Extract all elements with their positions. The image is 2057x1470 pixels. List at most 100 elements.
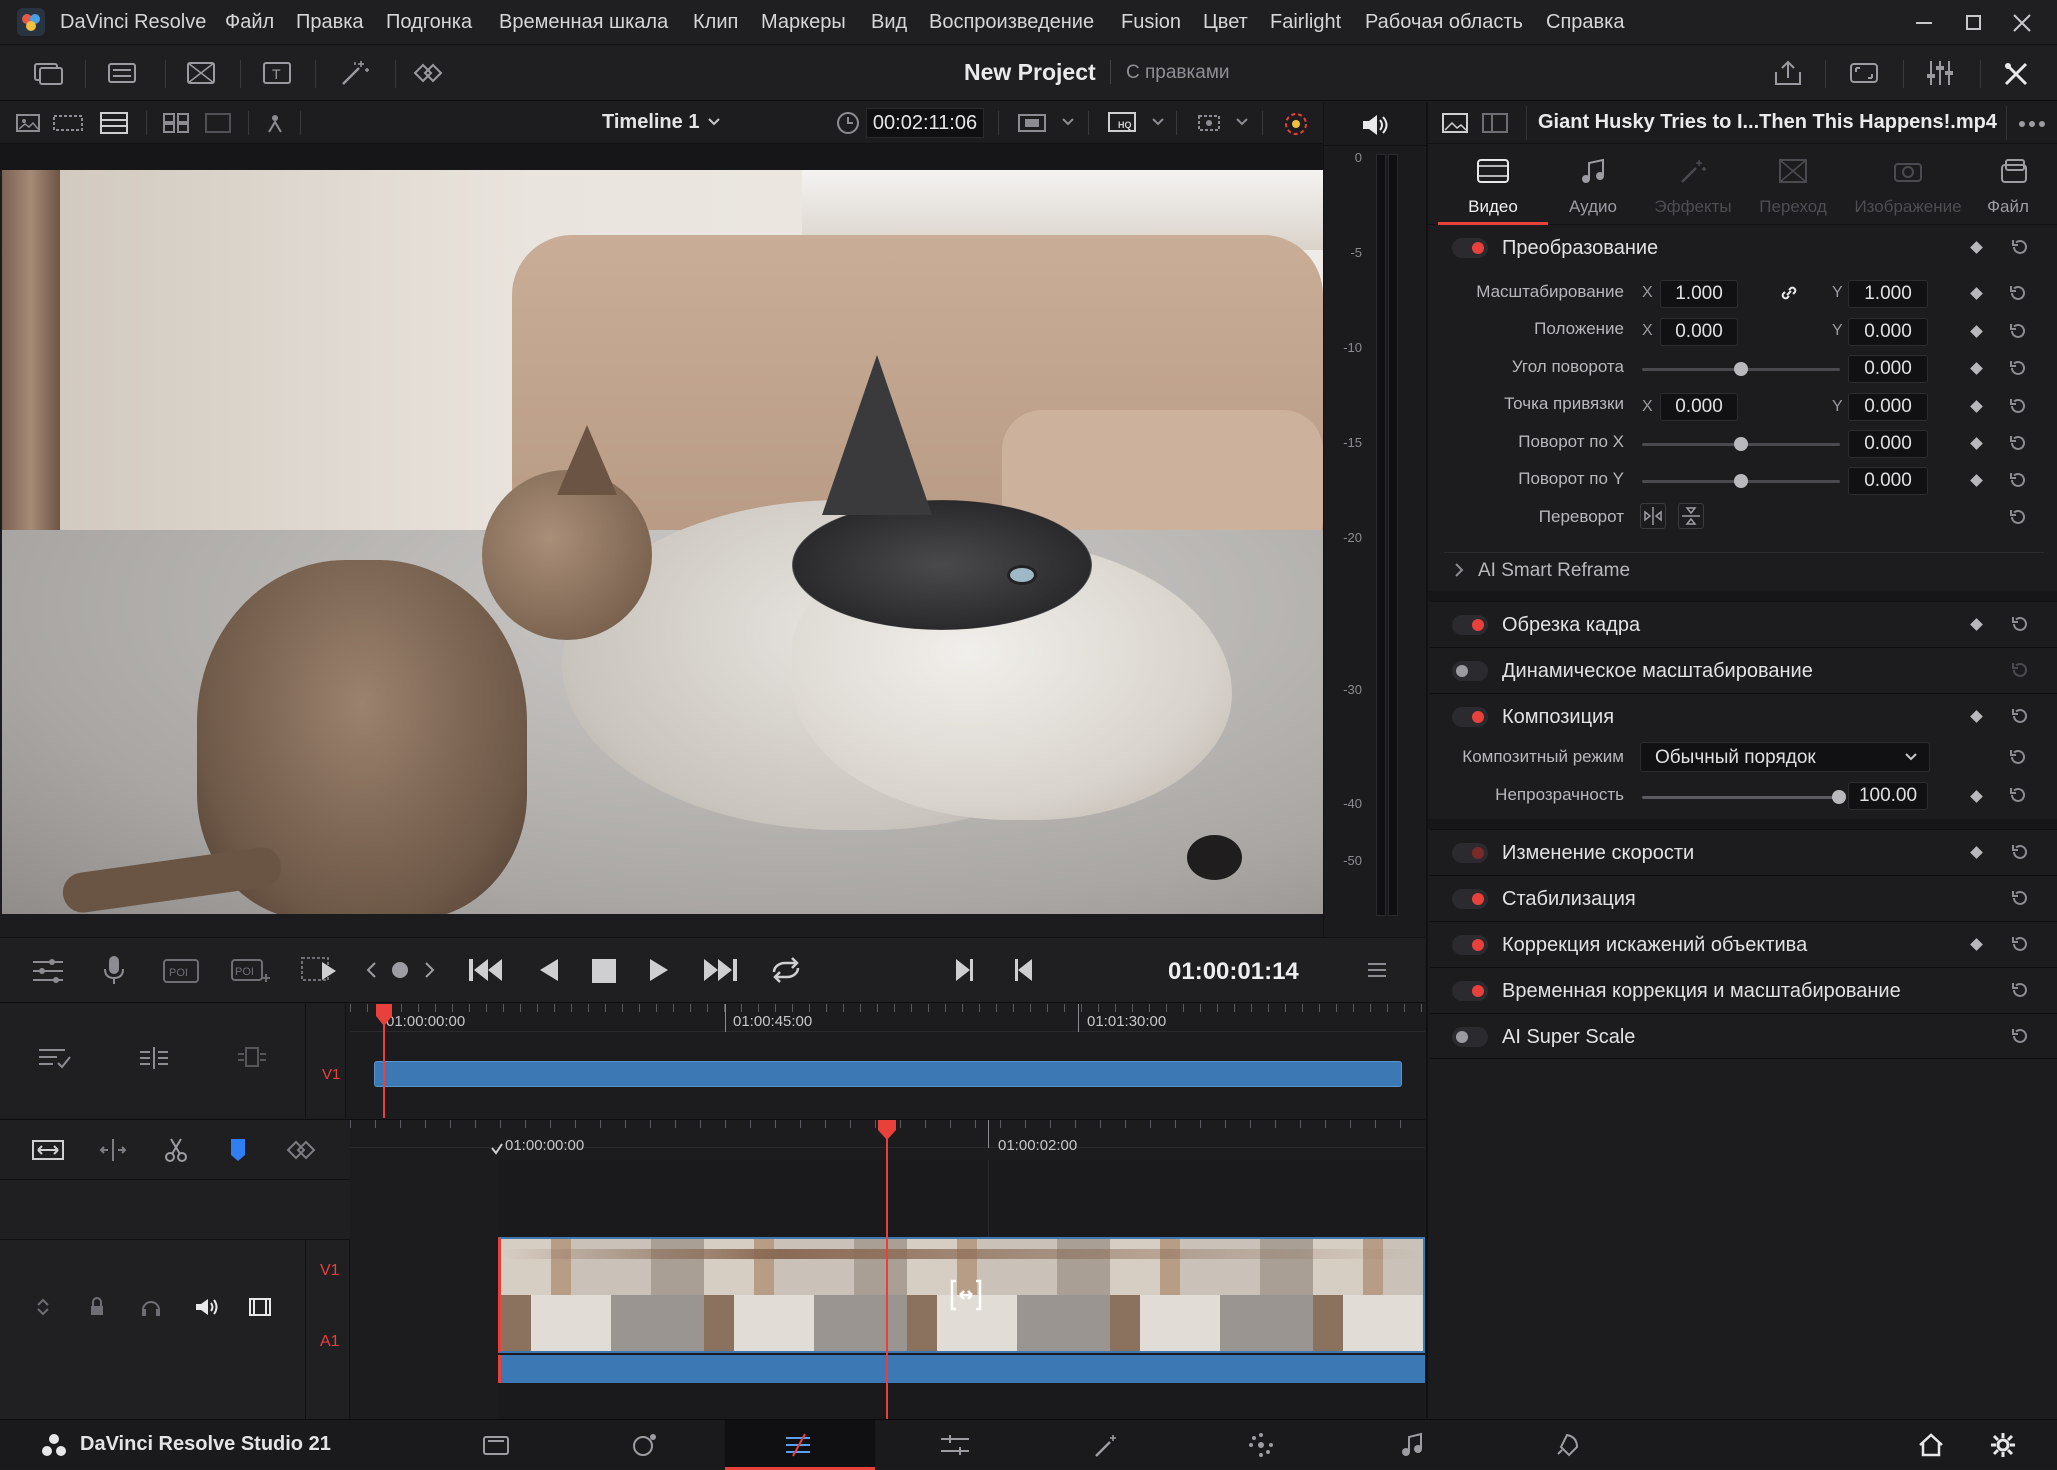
super-scale-toggle[interactable] xyxy=(1452,1027,1488,1047)
keyframe-icon[interactable] xyxy=(1970,710,1983,723)
fullscreen-icon[interactable] xyxy=(1846,58,1882,88)
keyframe-icon[interactable] xyxy=(1970,618,1983,631)
chevron-right-icon[interactable] xyxy=(1452,561,1466,579)
reset-icon[interactable] xyxy=(2010,660,2030,680)
audio-clip-a1[interactable] xyxy=(498,1355,1425,1383)
upper-ruler[interactable] xyxy=(350,1004,1425,1032)
track-select-icon[interactable] xyxy=(36,1044,72,1072)
slider-knob[interactable] xyxy=(1734,437,1748,451)
home-icon[interactable] xyxy=(1916,1432,1946,1458)
composite-mode-select[interactable]: Обычный порядок xyxy=(1640,742,1930,772)
collapse-track-icon[interactable] xyxy=(34,1296,52,1318)
menu-workspace[interactable]: Рабочая область xyxy=(1365,11,1523,34)
reset-icon[interactable] xyxy=(2010,980,2030,1000)
effects-icon[interactable] xyxy=(337,58,373,88)
reset-icon[interactable] xyxy=(2008,507,2028,527)
grid-view-icon[interactable] xyxy=(163,113,189,133)
titles-icon[interactable]: T xyxy=(259,58,295,88)
playhead-marker-icon[interactable] xyxy=(876,1120,898,1142)
poi-add-icon[interactable]: POI xyxy=(230,954,270,986)
more-options-icon[interactable] xyxy=(2018,120,2046,128)
audio-track-icon[interactable] xyxy=(234,1044,270,1072)
viewer-size-icon[interactable] xyxy=(1018,113,1048,133)
clip-play-icon[interactable] xyxy=(300,954,342,986)
menu-fusion[interactable]: Fusion xyxy=(1121,11,1181,34)
color-page-icon[interactable] xyxy=(1092,1432,1122,1458)
reset-icon[interactable] xyxy=(2010,1026,2030,1046)
flip-horizontal-icon[interactable] xyxy=(1640,503,1666,529)
maximize-icon[interactable] xyxy=(1966,15,1981,30)
lens-correction-toggle[interactable] xyxy=(1452,935,1488,955)
anchor-y-field[interactable]: 0.000 xyxy=(1848,393,1928,421)
media-page-icon[interactable] xyxy=(481,1432,511,1458)
reset-icon[interactable] xyxy=(2008,470,2028,490)
ripple-icon[interactable] xyxy=(136,1044,172,1072)
reset-icon[interactable] xyxy=(2008,321,2028,341)
timeline-name[interactable]: Timeline 1 xyxy=(602,111,699,134)
film-icon[interactable] xyxy=(248,1297,272,1317)
headphones-icon[interactable] xyxy=(140,1296,162,1318)
menu-file[interactable]: Файл xyxy=(225,11,274,34)
flag-marker-icon[interactable] xyxy=(228,1136,248,1164)
crop-toggle[interactable] xyxy=(1452,615,1488,635)
chevron-down-icon[interactable] xyxy=(706,114,722,130)
composite-toggle[interactable] xyxy=(1452,707,1488,727)
filmstrip-view-icon[interactable] xyxy=(53,113,83,133)
zoom-x-field[interactable]: 1.000 xyxy=(1660,280,1738,308)
chevron-down-icon[interactable] xyxy=(1234,114,1250,130)
menu-color[interactable]: Цвет xyxy=(1203,11,1248,34)
menu-playback[interactable]: Воспроизведение xyxy=(929,11,1094,34)
scissors-icon[interactable] xyxy=(162,1136,190,1164)
keyframe-icon[interactable] xyxy=(1970,474,1983,487)
fairlight-page-icon[interactable] xyxy=(1246,1432,1276,1458)
fusion-page-icon[interactable] xyxy=(938,1432,969,1458)
speed-change-toggle[interactable] xyxy=(1452,843,1488,863)
keyframe-icon[interactable] xyxy=(1970,241,1983,254)
reset-icon[interactable] xyxy=(2008,396,2028,416)
menu-trim[interactable]: Подгонка xyxy=(386,11,472,34)
reset-icon[interactable] xyxy=(2008,747,2028,767)
transform-overlay-icon[interactable] xyxy=(1194,111,1226,135)
keyframe-icon[interactable] xyxy=(1970,287,1983,300)
media-pool-icon[interactable] xyxy=(30,58,66,88)
share-icon[interactable] xyxy=(1770,58,1806,88)
menu-markers[interactable]: Маркеры xyxy=(761,11,846,34)
play-reverse-icon[interactable] xyxy=(536,956,562,984)
close-icon[interactable] xyxy=(2011,12,2033,34)
split-view-icon[interactable] xyxy=(1482,112,1508,134)
playhead-timecode[interactable]: 01:00:01:14 xyxy=(1168,958,1299,986)
keyframe-icon[interactable] xyxy=(1970,362,1983,375)
thumbnail-view-icon[interactable] xyxy=(205,113,231,133)
transitions-icon[interactable] xyxy=(183,58,219,88)
clip-settings-icon[interactable] xyxy=(30,956,66,986)
menu-clip[interactable]: Клип xyxy=(693,11,738,34)
go-to-end-icon[interactable] xyxy=(700,955,740,985)
timeline-clip-bar[interactable] xyxy=(374,1061,1402,1087)
video-viewer[interactable] xyxy=(2,170,1323,914)
image-view-icon[interactable] xyxy=(16,113,40,133)
options-menu-icon[interactable] xyxy=(1366,960,1388,980)
poi-icon[interactable]: POI xyxy=(162,954,202,986)
zoom-y-field[interactable]: 1.000 xyxy=(1848,280,1928,308)
reset-icon[interactable] xyxy=(2010,934,2030,954)
source-timecode[interactable]: 00:02:11:06 xyxy=(866,108,984,138)
play-icon[interactable] xyxy=(646,956,672,984)
section-composite[interactable]: Композиция xyxy=(1430,693,2057,739)
reset-icon[interactable] xyxy=(2008,358,2028,378)
prev-edit-icon[interactable] xyxy=(1012,956,1036,984)
section-crop[interactable]: Обрезка кадра xyxy=(1430,601,2057,647)
link-icon[interactable] xyxy=(1778,282,1800,304)
reset-icon[interactable] xyxy=(2010,842,2030,862)
next-edit-icon[interactable] xyxy=(952,956,976,984)
menu-fairlight[interactable]: Fairlight xyxy=(1270,11,1341,34)
menu-view[interactable]: Вид xyxy=(871,11,907,34)
menu-edit[interactable]: Правка xyxy=(296,11,364,34)
position-x-field[interactable]: 0.000 xyxy=(1660,318,1738,346)
playhead[interactable] xyxy=(886,1126,888,1420)
reset-icon[interactable] xyxy=(2010,237,2030,257)
anchor-x-field[interactable]: 0.000 xyxy=(1660,393,1738,421)
section-speed-change[interactable]: Изменение скорости xyxy=(1430,829,2057,875)
section-stabilization[interactable]: Стабилизация xyxy=(1430,875,2057,921)
tab-audio[interactable]: Аудио xyxy=(1538,145,1648,225)
list-view-icon[interactable] xyxy=(100,112,128,134)
